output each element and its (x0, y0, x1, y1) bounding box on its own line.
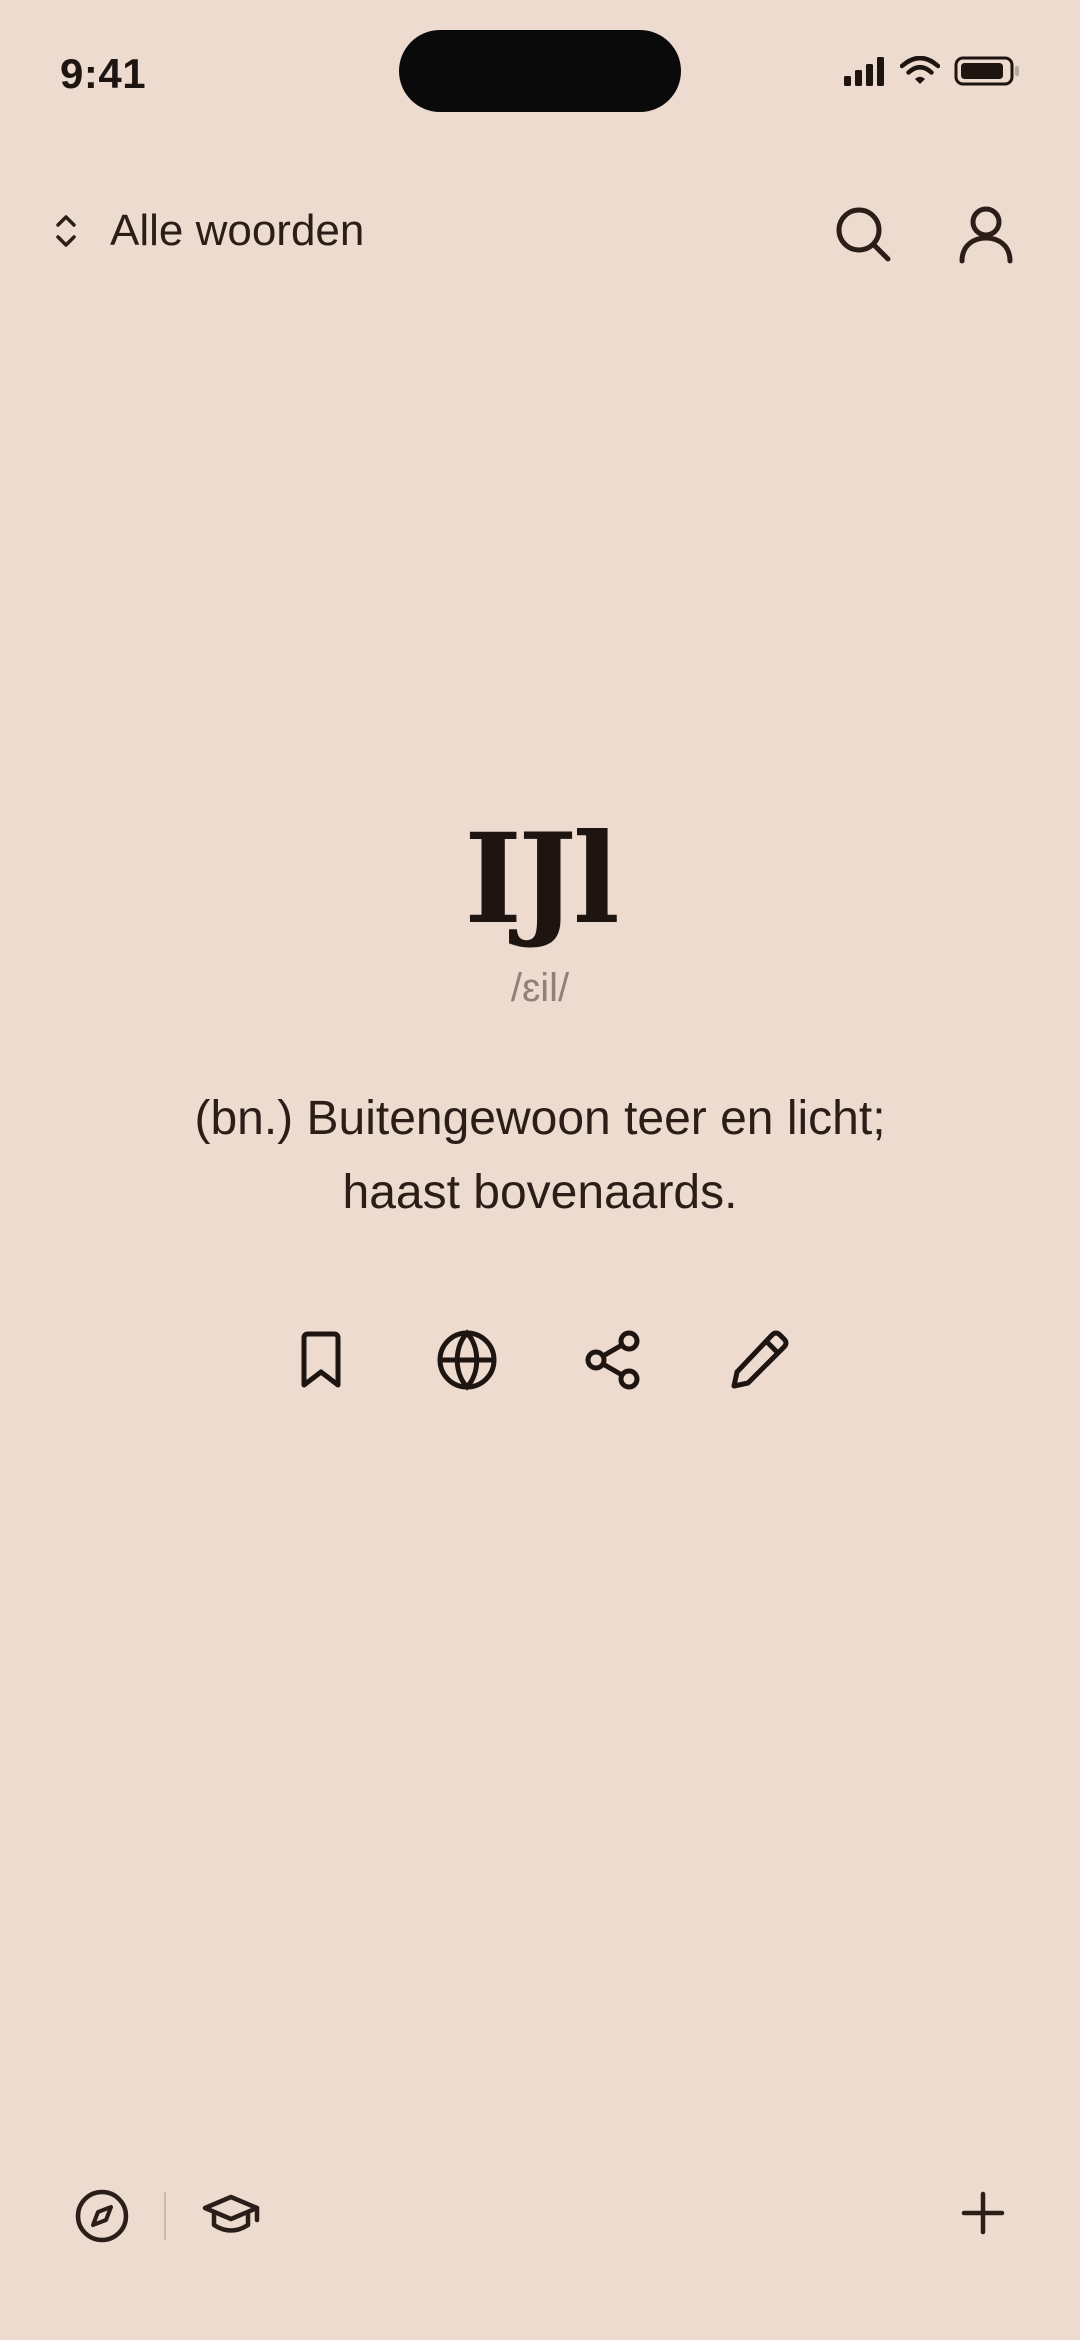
dynamic-island (399, 30, 681, 112)
status-time: 9:41 (60, 50, 147, 97)
profile-icon[interactable] (958, 205, 1014, 265)
word-definition: (bn.) Buitengewoon teer en licht; haast … (194, 1092, 886, 1219)
graduation-cap-icon[interactable] (202, 2192, 260, 2240)
chevron-updown-icon (50, 211, 82, 251)
globe-icon[interactable] (435, 1328, 499, 1392)
bottom-nav (74, 2188, 260, 2244)
battery-icon (954, 56, 1020, 86)
word-actions (0, 1328, 1080, 1392)
app-screen: 9:41 Alle woorden IJl /ɛil/ (bn.) Buiten… (0, 0, 1080, 2340)
word-title: IJl (464, 807, 620, 952)
word-filter-selector[interactable]: Alle woorden (50, 206, 364, 256)
search-icon[interactable] (834, 205, 894, 265)
share-icon[interactable] (581, 1328, 645, 1392)
add-word-button[interactable] (958, 2188, 1008, 2243)
bookmark-icon[interactable] (289, 1328, 353, 1392)
compass-icon[interactable] (74, 2188, 130, 2244)
wifi-icon (900, 56, 940, 86)
plus-icon (958, 2188, 1008, 2238)
edit-icon[interactable] (727, 1328, 791, 1392)
nav-divider (164, 2192, 166, 2240)
header-actions (834, 205, 1014, 265)
word-phonetic: /ɛil/ (510, 966, 570, 1010)
status-icons (844, 56, 1020, 86)
filter-label: Alle woorden (110, 206, 365, 255)
cellular-signal-icon (844, 56, 886, 86)
